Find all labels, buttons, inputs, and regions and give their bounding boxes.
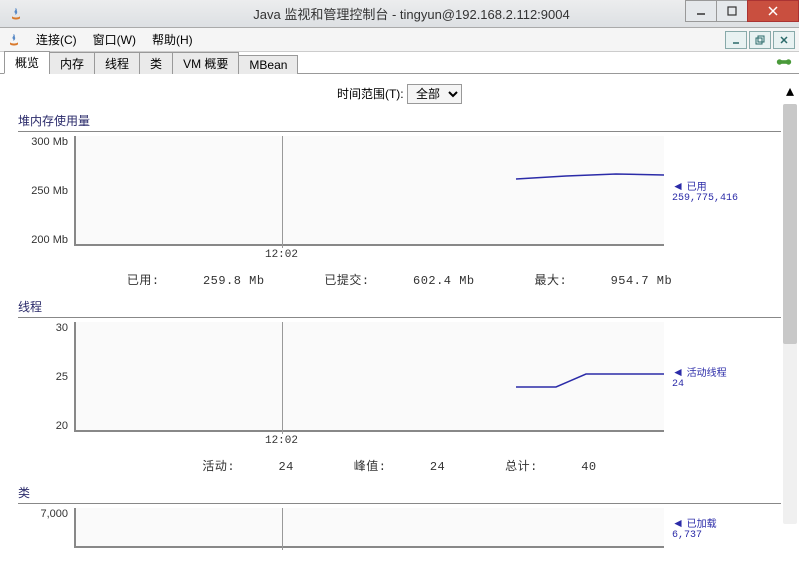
mdi-close-button[interactable]	[773, 31, 795, 49]
classes-title: 类	[18, 484, 781, 504]
tab-overview[interactable]: 概览	[4, 51, 50, 74]
threads-legend-value: 24	[672, 379, 754, 390]
heap-series-line	[516, 174, 664, 179]
titlebar: Java 监视和管理控制台 - tingyun@192.168.2.112:90…	[0, 0, 799, 28]
java-cup-icon	[6, 32, 22, 48]
refresh-connect-icon[interactable]	[775, 54, 793, 70]
time-range-select[interactable]: 全部	[407, 84, 462, 104]
content-area: 时间范围(T): 全部 堆内存使用量 300 Mb 250 Mb 200 Mb …	[0, 74, 799, 587]
threads-series-line	[516, 374, 664, 387]
threads-chart[interactable]	[74, 322, 664, 432]
classes-chart[interactable]	[74, 508, 664, 548]
menu-help[interactable]: 帮助(H)	[144, 29, 201, 50]
ytick: 200 Mb	[18, 234, 68, 246]
tab-classes[interactable]: 类	[139, 52, 173, 74]
ytick: 300 Mb	[18, 136, 68, 148]
ytick: 30	[18, 322, 68, 334]
maximize-button[interactable]	[716, 0, 748, 22]
threads-title: 线程	[18, 298, 781, 318]
classes-legend-label: 已加载	[687, 519, 717, 530]
java-icon	[8, 6, 24, 22]
scrollbar-thumb[interactable]	[783, 104, 797, 344]
close-button[interactable]	[747, 0, 799, 22]
ytick: 7,000	[18, 508, 68, 520]
time-range-label: 时间范围(T):	[337, 87, 404, 101]
heap-stats: 已用: 259.8 Mb 已提交: 602.4 Mb 最大: 954.7 Mb	[18, 271, 781, 288]
heap-y-axis: 300 Mb 250 Mb 200 Mb	[18, 136, 74, 246]
classes-section: 类 7,000 ◄ 已加载 6,737	[0, 484, 799, 558]
classes-y-axis: 7,000	[18, 508, 74, 548]
vertical-scrollbar[interactable]: ▴	[783, 104, 797, 524]
mdi-restore-button[interactable]	[749, 31, 771, 49]
tab-memory[interactable]: 内存	[49, 52, 95, 74]
classes-legend-value: 6,737	[672, 530, 754, 541]
threads-section: 线程 30 25 20 ◄ 活动线程 24 12:02 活动: 24 峰值: 2…	[0, 298, 799, 484]
heap-x-axis: 12:02	[18, 248, 781, 261]
menubar: 连接(C) 窗口(W) 帮助(H)	[0, 28, 799, 52]
mdi-minimize-button[interactable]	[725, 31, 747, 49]
threads-legend: ◄ 活动线程 24	[664, 322, 754, 432]
menu-window[interactable]: 窗口(W)	[85, 29, 144, 50]
tab-mbean[interactable]: MBean	[238, 55, 298, 74]
ytick: 25	[18, 371, 68, 383]
ytick: 250 Mb	[18, 185, 68, 197]
threads-stats: 活动: 24 峰值: 24 总计: 40	[18, 457, 781, 474]
heap-section: 堆内存使用量 300 Mb 250 Mb 200 Mb ◄ 已用 259,775…	[0, 112, 799, 298]
ytick: 20	[18, 420, 68, 432]
heap-legend-value: 259,775,416	[672, 193, 754, 204]
tab-strip: 概览 内存 线程 类 VM 概要 MBean	[0, 52, 799, 74]
menu-connection[interactable]: 连接(C)	[28, 29, 85, 50]
tab-threads[interactable]: 线程	[94, 52, 140, 74]
minimize-button[interactable]	[685, 0, 717, 22]
window-title: Java 监视和管理控制台 - tingyun@192.168.2.112:90…	[24, 4, 799, 23]
scroll-up-icon[interactable]: ▴	[783, 84, 797, 98]
threads-legend-label: 活动线程	[687, 368, 727, 379]
time-range-row: 时间范围(T): 全部	[0, 74, 799, 112]
threads-y-axis: 30 25 20	[18, 322, 74, 432]
threads-x-axis: 12:02	[18, 434, 781, 447]
tab-vm-summary[interactable]: VM 概要	[172, 52, 239, 74]
heap-chart[interactable]	[74, 136, 664, 246]
classes-legend: ◄ 已加载 6,737	[664, 508, 754, 548]
heap-title: 堆内存使用量	[18, 112, 781, 132]
heap-legend-label: 已用	[687, 182, 707, 193]
heap-legend: ◄ 已用 259,775,416	[664, 136, 754, 246]
